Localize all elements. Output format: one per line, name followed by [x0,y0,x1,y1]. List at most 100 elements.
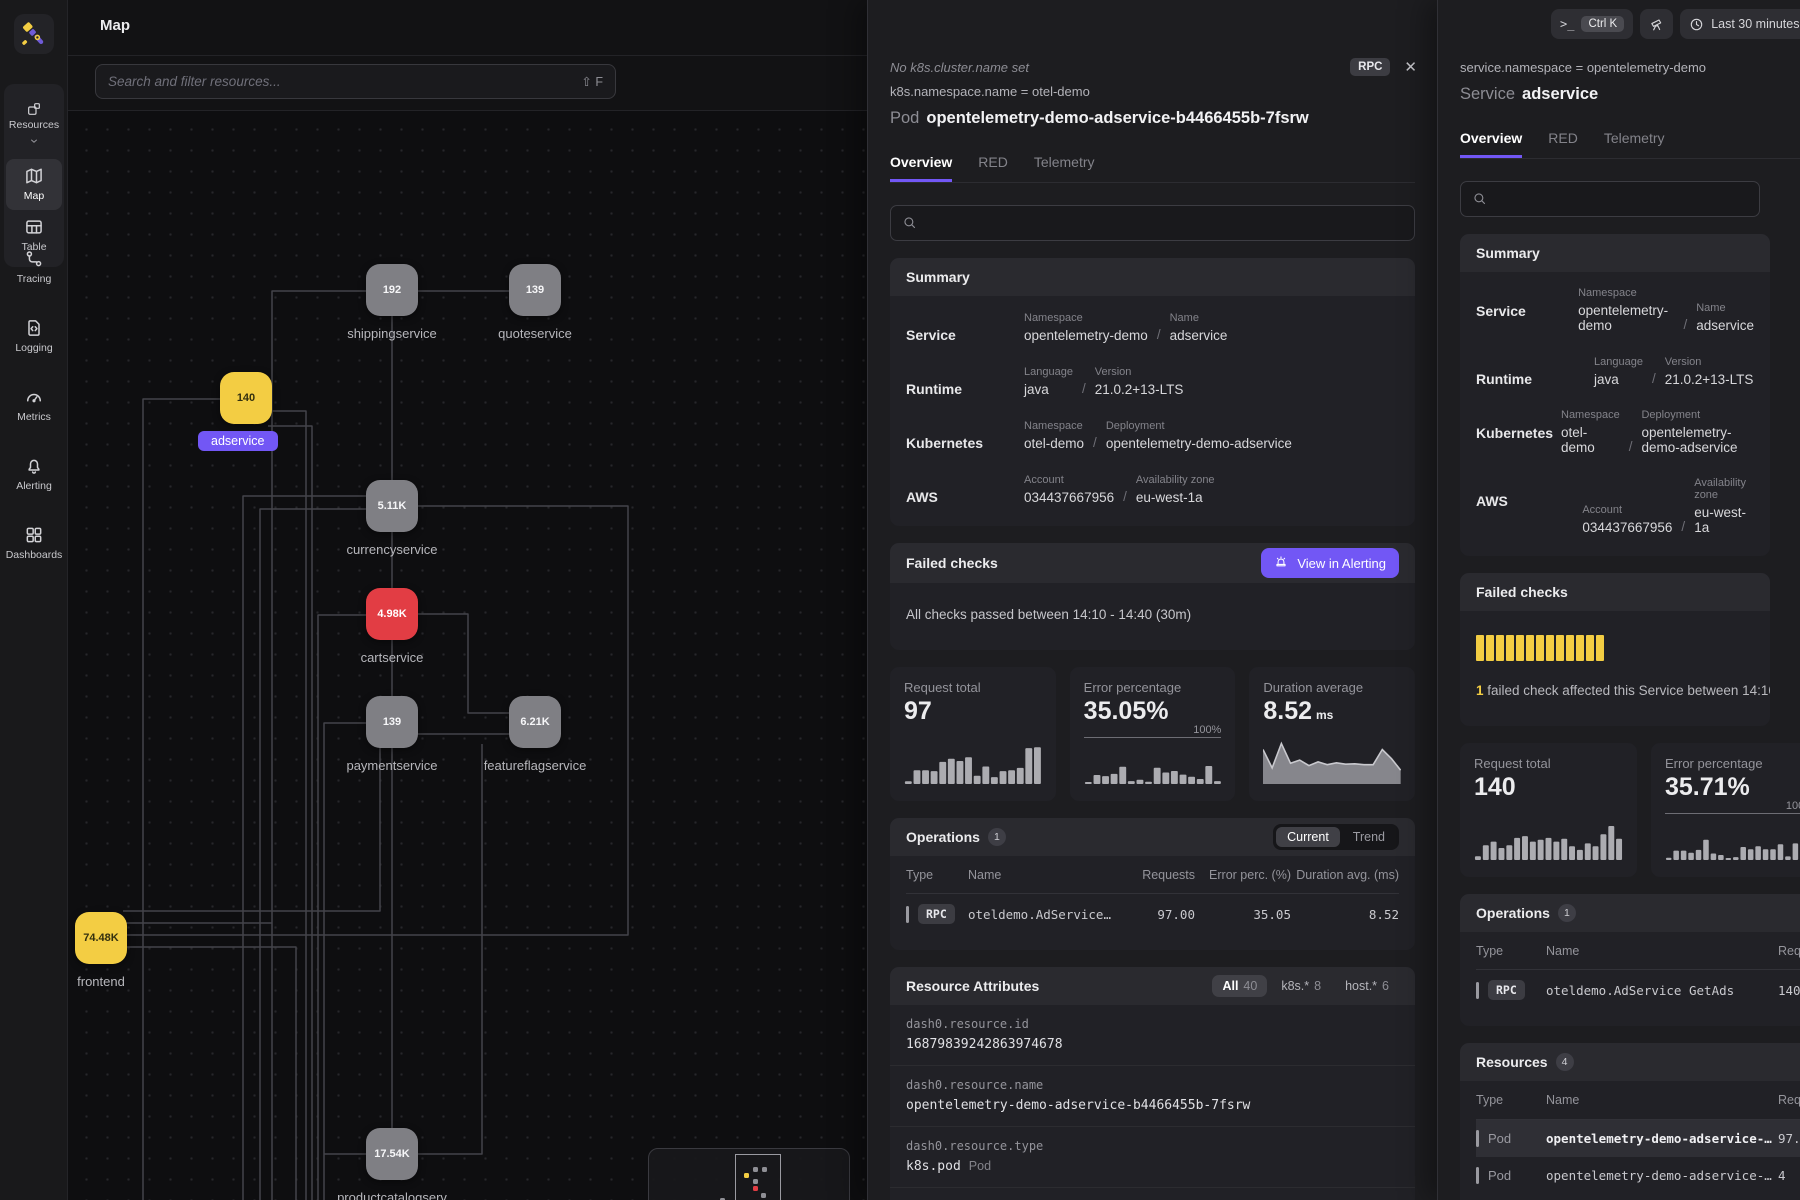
map-edges [68,111,867,1200]
failed-check-bar [1476,635,1484,661]
metric-value: 97 [904,697,1042,726]
minimap-viewport[interactable] [735,1154,781,1200]
minimap-node-dot [744,1173,749,1178]
field-key: Version [1095,366,1184,378]
resources-table-row[interactable]: Podopentelemetry-demo-adservice-b…4 [1476,1157,1800,1194]
map-node-quoteservice[interactable]: 139 [509,264,561,316]
attribute-key-text: dash0.resource.id [906,1017,1029,1031]
field-key: Version [1665,356,1754,368]
close-icon[interactable]: ✕ [1404,58,1417,76]
map-node-adservice[interactable]: 140 [220,372,272,424]
siren-icon [1274,555,1290,571]
attribute-filter-k8s[interactable]: k8s.*8 [1271,975,1331,997]
service-tab-telemetry[interactable]: Telemetry [1604,130,1665,158]
pod-tab-overview[interactable]: Overview [890,154,952,182]
resource-attributes-card: Resource Attributes All40k8s.*8host.*6 d… [890,967,1415,1200]
dashboards-icon [24,525,44,545]
sidebar-item-label: Map [24,190,44,202]
resources-table-row[interactable]: Podopentelemetry-demo-adservice-b…97.00 [1476,1120,1800,1157]
summary-row-kubernetes: KubernetesNamespaceotel-demo/Deploymento… [1476,398,1754,466]
clock-icon [1689,17,1704,32]
node-value: 74.48K [83,932,118,944]
field-separator: / [1652,371,1656,387]
sidebar-item-dashboards[interactable]: Dashboards [4,518,64,569]
sidebar-item-resources[interactable]: Resources [6,92,62,159]
map-node-label-adservice[interactable]: adservice [198,431,278,451]
map-node-frontend[interactable]: 74.48K [75,912,127,964]
field-separator: / [1681,519,1685,535]
filter-label: host.* [1345,979,1377,993]
column-header: Requests [1113,867,1195,883]
toggle-option-trend[interactable]: Trend [1342,827,1396,847]
resources-table-header: TypeNameRequests [1476,1083,1800,1119]
field-value: 034437667956 [1024,490,1114,505]
pod-tab-telemetry[interactable]: Telemetry [1034,154,1095,182]
map-search-input[interactable] [108,74,581,89]
summary-field: Namespaceopentelemetry-demo [1578,287,1674,333]
pod-panel-search-input[interactable] [926,216,1403,231]
service-panel-search[interactable] [1460,181,1760,217]
summary-field: Languagejava [1594,356,1643,387]
failed-checks-card: Failed checks 1 failed check affected th… [1460,573,1770,726]
sidebar-item-logging[interactable]: Logging [4,311,64,362]
time-range-button[interactable]: Last 30 minutes [1680,9,1800,39]
minimap[interactable] [648,1148,850,1200]
map-node-cartservice[interactable]: 4.98K [366,588,418,640]
command-palette-button[interactable]: >_ Ctrl K [1551,9,1633,39]
failed-check-bar [1526,635,1534,661]
failed-checks-title: Failed checks [1476,584,1568,600]
summary-row-aws: AWSAccount034437667956/Availability zone… [1476,466,1754,546]
row-name: oteldemo.AdService GetAds [968,907,1113,922]
service-tab-overview[interactable]: Overview [1460,130,1522,158]
summary-row-label: Service [1476,287,1578,333]
failed-check-bar [1586,635,1594,661]
attribute-filter-All[interactable]: All40 [1212,975,1267,997]
column-header: Name [1546,943,1778,959]
sidebar-item-alerting[interactable]: Alerting [4,449,64,500]
metric-card-duration-average: Duration average8.52ms [1249,667,1415,801]
attribute-filter-host[interactable]: host.*6 [1335,975,1399,997]
service-tab-red[interactable]: RED [1548,130,1578,158]
attribute-value: 16879839242863974678 [906,1037,1399,1052]
row-name: opentelemetry-demo-adservice-b… [1546,1168,1778,1183]
map-node-currencyservice[interactable]: 5.11K [366,480,418,532]
field-separator: / [1123,489,1127,505]
node-value: 192 [383,284,401,296]
service-map[interactable]: 192shippingservice139quoteservice140adse… [68,111,867,1200]
map-node-label-quoteservice: quoteservice [475,326,595,343]
map-node-productcatalogservice[interactable]: 17.54K [366,1128,418,1180]
map-search-bar[interactable]: ⇧ F [95,64,616,99]
pod-tab-red[interactable]: RED [978,154,1008,182]
map-node-shippingservice[interactable]: 192 [366,264,418,316]
row-name: oteldemo.AdService GetAds [1546,983,1778,998]
operations-table-header: TypeNameRequests [1476,934,1800,970]
attribute-value: opentelemetry-demo-adservice-b4466455b-7… [906,1098,1399,1113]
resources-table-row[interactable]: Podopentelemetry-demo-adservice-b… [1476,1194,1800,1200]
sidebar-item-metrics[interactable]: Metrics [4,380,64,431]
app-logo[interactable] [14,14,54,54]
metric-card-error-percentage: Error percentage35.71%100% [1651,743,1800,877]
metric-sparkline [1263,738,1401,789]
service-panel-search-input[interactable] [1496,192,1748,207]
sidebar-item-map[interactable]: Map [6,159,62,210]
sidebar-item-tracing[interactable]: Tracing [4,242,64,293]
metric-value: 140 [1474,773,1623,802]
map-node-featureflagservice[interactable]: 6.21K [509,696,561,748]
sidebar-item-label: Dashboards [6,549,63,561]
operations-table-row[interactable]: RPCoteldemo.AdService GetAds140.00 [1476,970,1800,1010]
failed-check-bar [1536,635,1544,661]
node-value: 5.11K [378,500,407,512]
node-value: 4.98K [377,608,406,620]
field-value: 034437667956 [1582,520,1672,535]
operations-title: Operations [906,829,980,845]
explore-button[interactable] [1640,9,1673,39]
map-node-paymentservice[interactable]: 139 [366,696,418,748]
resource-attributes-title: Resource Attributes [906,978,1039,994]
view-in-alerting-button[interactable]: View in Alerting [1261,548,1399,578]
operations-table-row[interactable]: RPCoteldemo.AdService GetAds97.0035.058.… [906,894,1399,934]
pod-panel-search[interactable] [890,205,1415,241]
metric-value: 8.52ms [1263,697,1401,726]
failed-check-bar [1506,635,1514,661]
toggle-option-current[interactable]: Current [1276,827,1340,847]
summary-fields: Account034437667956/Availability zoneeu-… [1024,473,1215,505]
